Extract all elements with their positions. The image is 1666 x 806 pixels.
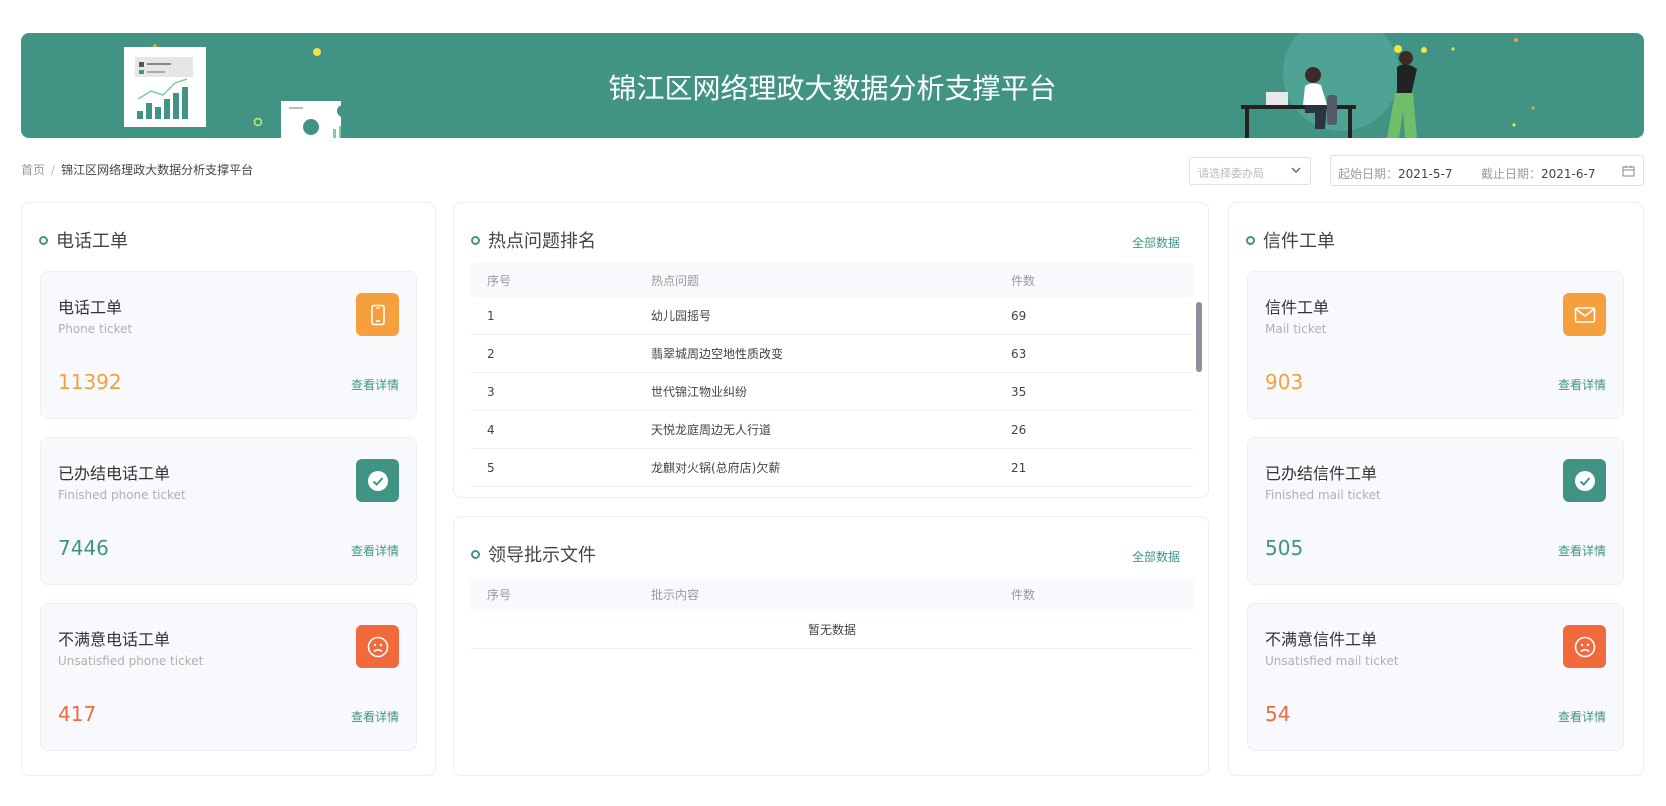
department-select[interactable]: 请选择委办局 (1189, 157, 1311, 185)
table-row[interactable]: 2 翡翠城周边空地性质改变 63 (471, 335, 1193, 373)
finished-mail-ticket-card: 已办结信件工单 Finished mail ticket 505 查看详情 (1247, 437, 1624, 585)
card-title: 已办结电话工单 (58, 464, 171, 483)
all-data-link[interactable]: 全部数据 (1132, 234, 1180, 251)
check-icon (1563, 459, 1606, 502)
hot-panel-title: 热点问题排名 (471, 227, 596, 253)
sad-face-icon (356, 625, 399, 668)
table-header: 序号 批示内容 件数 (471, 577, 1193, 611)
check-icon (356, 459, 399, 502)
card-subtitle: Unsatisfied phone ticket (58, 654, 204, 668)
start-date-value: 2021-5-7 (1398, 167, 1453, 181)
breadcrumb-home-link[interactable]: 首页 (21, 163, 45, 177)
cell-count: 69 (1011, 308, 1027, 323)
cell-issue: 幼儿园摇号 (651, 309, 712, 323)
column-header: 批示内容 (651, 587, 700, 602)
title-ring-icon (39, 235, 48, 245)
empty-state-text: 暂无数据 (471, 611, 1193, 649)
card-title: 信件工单 (1265, 298, 1330, 317)
cell-count: 21 (1011, 460, 1027, 475)
mail-panel-title: 信件工单 (1246, 227, 1335, 253)
office-workers-illustration (1241, 33, 1535, 138)
header-banner: 锦江区网络理政大数据分析支撑平台 (21, 33, 1644, 138)
breadcrumb: 首页 / 锦江区网络理政大数据分析支撑平台 (21, 161, 253, 178)
column-header: 序号 (487, 587, 512, 602)
card-subtitle: Finished mail ticket (1265, 488, 1381, 502)
sad-face-icon (1563, 625, 1606, 668)
end-date-label: 截止日期： (1481, 167, 1542, 181)
view-details-link[interactable]: 查看详情 (351, 542, 399, 559)
breadcrumb-separator: / (51, 163, 56, 177)
start-date-label: 起始日期： (1338, 167, 1399, 181)
card-subtitle: Finished phone ticket (58, 488, 186, 502)
cell-rank: 5 (487, 460, 495, 475)
finished-phone-ticket-card: 已办结电话工单 Finished phone ticket 7446 查看详情 (40, 437, 417, 585)
table-header: 序号 热点问题 件数 (471, 263, 1193, 297)
mail-ticket-card: 信件工单 Mail ticket 903 查看详情 (1247, 271, 1624, 419)
card-value: 505 (1265, 536, 1304, 560)
chevron-down-icon (1291, 167, 1301, 173)
cell-count: 35 (1011, 384, 1027, 399)
cell-count: 63 (1011, 346, 1027, 361)
card-value: 417 (58, 702, 97, 726)
column-header: 序号 (487, 273, 512, 288)
hot-issues-panel: 热点问题排名 全部数据 序号 热点问题 件数 1 幼儿园摇号 69 2 翡翠城周边空地… (453, 202, 1209, 498)
phone-ticket-panel: 电话工单 电话工单 Phone ticket 11392 查看详情 已办结电话工… (21, 202, 436, 776)
mail-icon (1563, 293, 1606, 336)
view-details-link[interactable]: 查看详情 (351, 376, 399, 393)
card-value: 54 (1265, 702, 1291, 726)
table-row[interactable]: 4 天悦龙庭周边无人行道 26 (471, 411, 1193, 449)
all-data-link[interactable]: 全部数据 (1132, 548, 1180, 565)
card-title: 电话工单 (58, 298, 123, 317)
cell-issue: 翡翠城周边空地性质改变 (651, 347, 784, 361)
cell-issue: 龙麒对火锅(总府店)欠薪 (651, 461, 781, 475)
view-details-link[interactable]: 查看详情 (351, 708, 399, 725)
card-title: 不满意信件工单 (1265, 630, 1378, 649)
view-details-link[interactable]: 查看详情 (1558, 376, 1606, 393)
card-title: 已办结信件工单 (1265, 464, 1378, 483)
mail-ticket-panel: 信件工单 信件工单 Mail ticket 903 查看详情 已办结信件工单 F… (1228, 202, 1644, 776)
cell-count: 26 (1011, 422, 1027, 437)
cell-rank: 3 (487, 384, 495, 399)
unsatisfied-mail-ticket-card: 不满意信件工单 Unsatisfied mail ticket 54 查看详情 (1247, 603, 1624, 751)
card-value: 7446 (58, 536, 109, 560)
table-row[interactable]: 5 龙麒对火锅(总府店)欠薪 21 (471, 449, 1193, 487)
hot-issues-table: 序号 热点问题 件数 1 幼儿园摇号 69 2 翡翠城周边空地性质改变 63 3 世代锦江… (471, 263, 1193, 487)
table-row[interactable]: 1 幼儿园摇号 69 (471, 297, 1193, 335)
card-value: 903 (1265, 370, 1304, 394)
end-date[interactable]: 截止日期：2021-6-7 (1481, 165, 1595, 182)
title-ring-icon (471, 549, 480, 559)
view-details-link[interactable]: 查看详情 (1558, 542, 1606, 559)
phone-panel-title: 电话工单 (39, 227, 128, 253)
cell-issue: 世代锦江物业纠纷 (651, 385, 748, 399)
breadcrumb-current: 锦江区网络理政大数据分析支撑平台 (61, 163, 254, 177)
leader-instructions-panel: 领导批示文件 全部数据 序号 批示内容 件数 暂无数据 (453, 516, 1209, 776)
column-header: 热点问题 (651, 273, 700, 288)
card-subtitle: Mail ticket (1265, 322, 1327, 336)
phone-ticket-card: 电话工单 Phone ticket 11392 查看详情 (40, 271, 417, 419)
calendar-icon (1622, 165, 1635, 177)
unsatisfied-phone-ticket-card: 不满意电话工单 Unsatisfied phone ticket 417 查看详… (40, 603, 417, 751)
date-range-picker[interactable]: 起始日期：2021-5-7 截止日期：2021-6-7 (1330, 155, 1644, 186)
phone-icon (356, 293, 399, 336)
cell-issue: 天悦龙庭周边无人行道 (651, 423, 772, 437)
leader-instructions-table: 序号 批示内容 件数 暂无数据 (471, 577, 1193, 649)
title-ring-icon (471, 235, 480, 245)
column-header: 件数 (1011, 273, 1036, 288)
cell-rank: 4 (487, 422, 495, 437)
end-date-value: 2021-6-7 (1541, 167, 1596, 181)
table-row[interactable]: 3 世代锦江物业纠纷 35 (471, 373, 1193, 411)
docs-panel-title: 领导批示文件 (471, 541, 596, 567)
card-subtitle: Phone ticket (58, 322, 133, 336)
cell-rank: 1 (487, 308, 495, 323)
title-ring-icon (1246, 235, 1255, 245)
department-select-placeholder: 请选择委办局 (1198, 167, 1264, 180)
column-header: 件数 (1011, 587, 1036, 602)
view-details-link[interactable]: 查看详情 (1558, 708, 1606, 725)
card-title: 不满意电话工单 (58, 630, 171, 649)
card-subtitle: Unsatisfied mail ticket (1265, 654, 1399, 668)
scrollbar-thumb[interactable] (1196, 302, 1202, 372)
cell-rank: 2 (487, 346, 495, 361)
card-value: 11392 (58, 370, 122, 394)
start-date[interactable]: 起始日期：2021-5-7 (1338, 165, 1452, 182)
